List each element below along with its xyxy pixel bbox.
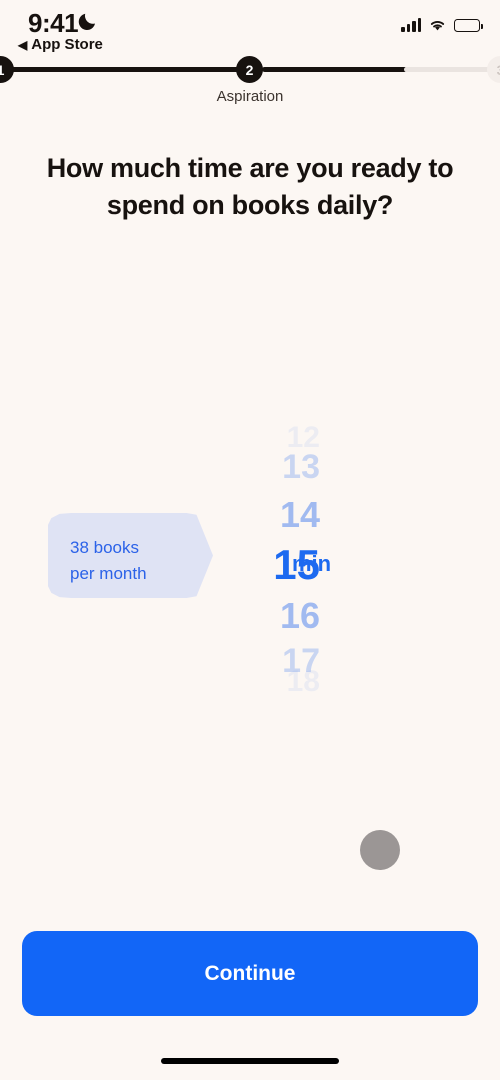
books-per-month-callout: 38 books per month (48, 513, 213, 598)
stepper-step-2[interactable]: 2 (236, 56, 263, 83)
stepper-step-3[interactable]: 3 (487, 56, 500, 83)
cellular-signal-icon (401, 17, 421, 32)
battery-full-icon (454, 18, 483, 32)
track-segment-upcoming (404, 67, 500, 72)
wifi-icon (430, 21, 445, 31)
picker-unit-label: min (292, 551, 332, 576)
page-title-line-1: How much time are you ready (46, 153, 422, 183)
track-segment-completed (0, 67, 240, 72)
moon-icon (78, 13, 95, 31)
page-title: How much time are you ready to spend on … (0, 150, 500, 225)
picker-option[interactable]: 13 (180, 443, 320, 491)
callout-line-2: per month (70, 563, 147, 583)
track-segment-active (262, 67, 407, 72)
back-to-app-store-link[interactable]: ◀ App Store (18, 36, 103, 53)
home-indicator (161, 1058, 339, 1064)
app-screen: 9:41 ◀ App Store 1 2 Aspiration How much… (0, 0, 500, 1080)
touch-indicator-dot (360, 830, 400, 870)
status-bar: 9:41 ◀ App Store (0, 0, 500, 58)
stepper-step-1[interactable]: 1 (0, 56, 14, 83)
continue-button[interactable]: Continue (22, 931, 478, 1016)
picker-option[interactable]: 16 (180, 591, 320, 641)
callout-text: 38 books per month (70, 535, 147, 586)
back-link-label: App Store (31, 36, 103, 53)
back-caret-icon: ◀ (18, 37, 28, 52)
status-bar-indicators (401, 17, 483, 32)
onboarding-progress-stepper: 1 2 3 Aspiration (0, 56, 500, 106)
status-time: 9:41 (28, 8, 79, 38)
callout-line-1: 38 books (70, 538, 139, 557)
stepper-current-label: Aspiration (216, 88, 284, 105)
picker-option[interactable]: 18 (180, 663, 320, 701)
